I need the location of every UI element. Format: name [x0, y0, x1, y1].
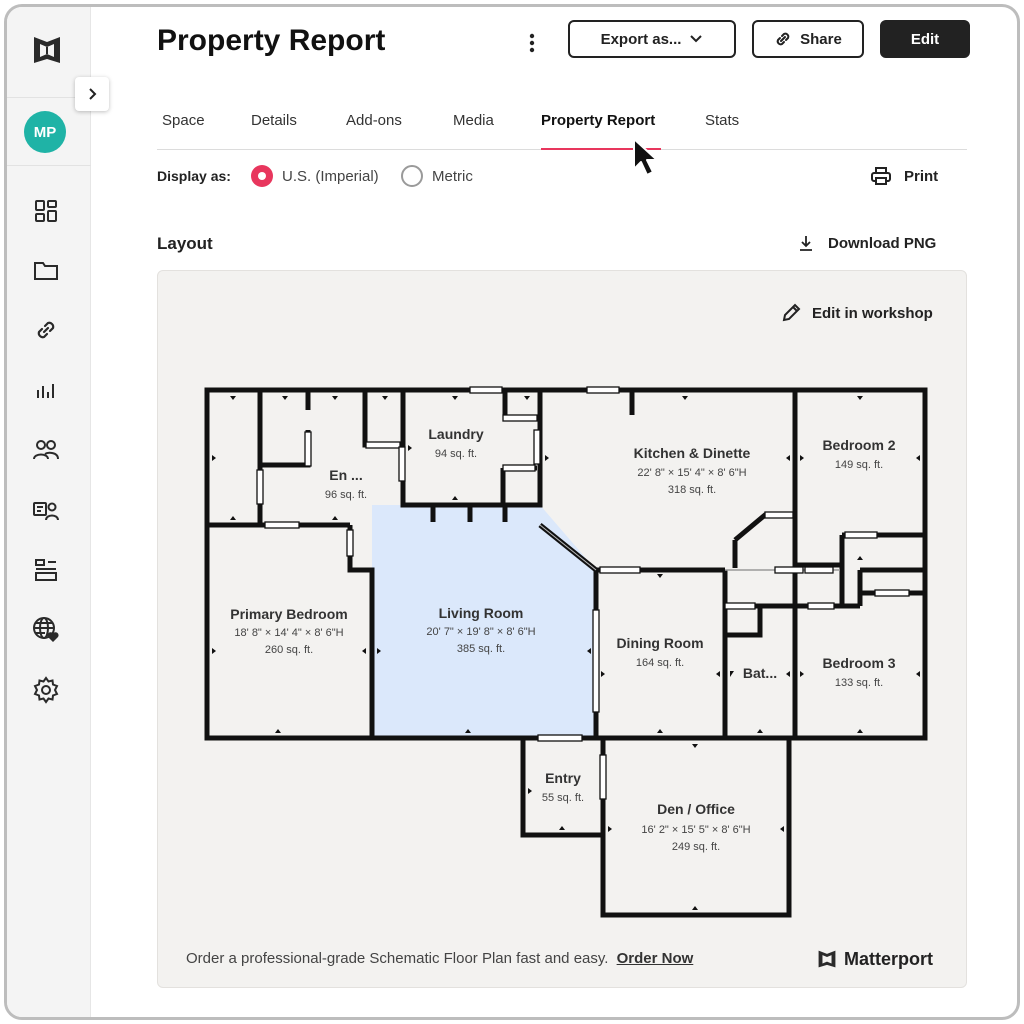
printer-icon — [871, 167, 891, 185]
expand-sidebar-button[interactable] — [75, 77, 109, 111]
floor-plan[interactable]: En ... 96 sq. ft. Laundry 94 sq. ft. Kit… — [190, 380, 940, 925]
print-button[interactable]: Print — [870, 166, 938, 186]
tab-details[interactable]: Details — [251, 112, 297, 150]
room-name: Entry — [545, 770, 581, 786]
chevron-right-icon — [89, 88, 97, 100]
link-icon — [776, 32, 790, 46]
display-as-label: Display as: — [157, 168, 231, 184]
kebab-menu-icon — [529, 33, 535, 53]
print-label: Print — [904, 167, 939, 185]
avatar-initials: MP — [33, 123, 57, 141]
edit-in-workshop-button[interactable]: Edit in workshop — [780, 302, 933, 324]
brand-name: Matterport — [844, 948, 933, 969]
room-area: 249 sq. ft. — [672, 841, 720, 853]
room-area: 260 sq. ft. — [265, 644, 313, 656]
sidebar-divider — [7, 165, 91, 166]
room-area: 385 sq. ft. — [457, 643, 505, 655]
imperial-label[interactable]: U.S. (Imperial) — [282, 168, 379, 185]
room-dims: 20' 7" × 19' 8" × 8' 6"H — [426, 626, 535, 638]
user-access-icon[interactable] — [29, 493, 63, 527]
download-png-label: Download PNG — [828, 234, 937, 252]
room-name: Laundry — [428, 426, 483, 442]
tab-space[interactable]: Space — [162, 112, 205, 150]
room-name: Bat... — [743, 665, 777, 681]
settings-icon[interactable] — [29, 673, 63, 707]
room-dims: 22' 8" × 15' 4" × 8' 6"H — [637, 467, 746, 479]
layout-icon[interactable] — [29, 553, 63, 587]
matterport-logo-icon — [818, 950, 836, 968]
edit-label: Edit — [910, 30, 940, 48]
room-name: Bedroom 2 — [822, 437, 895, 453]
room-area: 94 sq. ft. — [435, 448, 477, 460]
room-name: Primary Bedroom — [230, 606, 347, 622]
sidebar: MP — [7, 7, 91, 1017]
tab-stats[interactable]: Stats — [705, 112, 739, 150]
room-name: En ... — [329, 467, 362, 483]
tab-bar: Space Details Add-ons Media Property Rep… — [157, 108, 967, 150]
folder-icon[interactable] — [29, 253, 63, 287]
edit-workshop-label: Edit in workshop — [812, 304, 933, 322]
more-options-button[interactable] — [522, 28, 542, 58]
room-area: 133 sq. ft. — [835, 677, 883, 689]
matterport-brand: Matterport — [816, 948, 933, 970]
link-icon[interactable] — [29, 313, 63, 347]
dashboard-icon[interactable] — [29, 194, 63, 228]
page-title: Property Report — [157, 24, 386, 57]
room-dims: 18' 8" × 14' 4" × 8' 6"H — [234, 627, 343, 639]
room-name: Bedroom 3 — [822, 655, 895, 671]
tab-add-ons[interactable]: Add-ons — [346, 112, 402, 150]
tab-media[interactable]: Media — [453, 112, 494, 150]
room-area: 55 sq. ft. — [542, 792, 584, 804]
room-name: Kitchen & Dinette — [634, 445, 751, 461]
order-floorplan-text: Order a professional-grade Schematic Flo… — [186, 950, 693, 967]
globe-heart-icon[interactable] — [29, 613, 63, 647]
matterport-logo-icon[interactable] — [31, 33, 63, 67]
share-button[interactable]: Share — [752, 20, 864, 58]
avatar[interactable]: MP — [24, 111, 66, 153]
room-area: 96 sq. ft. — [325, 489, 367, 501]
room-area: 149 sq. ft. — [835, 459, 883, 471]
room-area: 164 sq. ft. — [636, 657, 684, 669]
export-label: Export as... — [600, 30, 682, 48]
layout-title: Layout — [157, 234, 213, 253]
analytics-icon[interactable] — [29, 373, 63, 407]
share-label: Share — [800, 30, 842, 48]
order-now-link[interactable]: Order Now — [617, 950, 694, 967]
order-description: Order a professional-grade Schematic Flo… — [186, 950, 609, 967]
chevron-down-icon — [690, 35, 703, 43]
pencil-icon — [782, 303, 801, 322]
users-icon[interactable] — [29, 433, 63, 467]
download-png-button[interactable]: Download PNG — [798, 234, 936, 252]
edit-button[interactable]: Edit — [880, 20, 970, 58]
metric-radio[interactable] — [401, 165, 423, 187]
room-dims: 16' 2" × 15' 5" × 8' 6"H — [641, 824, 750, 836]
metric-label[interactable]: Metric — [432, 168, 473, 185]
export-as-button[interactable]: Export as... — [568, 20, 736, 58]
room-name: Dining Room — [616, 635, 703, 651]
mouse-cursor-icon — [633, 138, 658, 176]
imperial-radio[interactable] — [251, 165, 273, 187]
room-name: Den / Office — [657, 801, 735, 817]
room-name: Living Room — [439, 605, 524, 621]
download-icon — [800, 236, 812, 251]
room-area: 318 sq. ft. — [668, 484, 716, 496]
